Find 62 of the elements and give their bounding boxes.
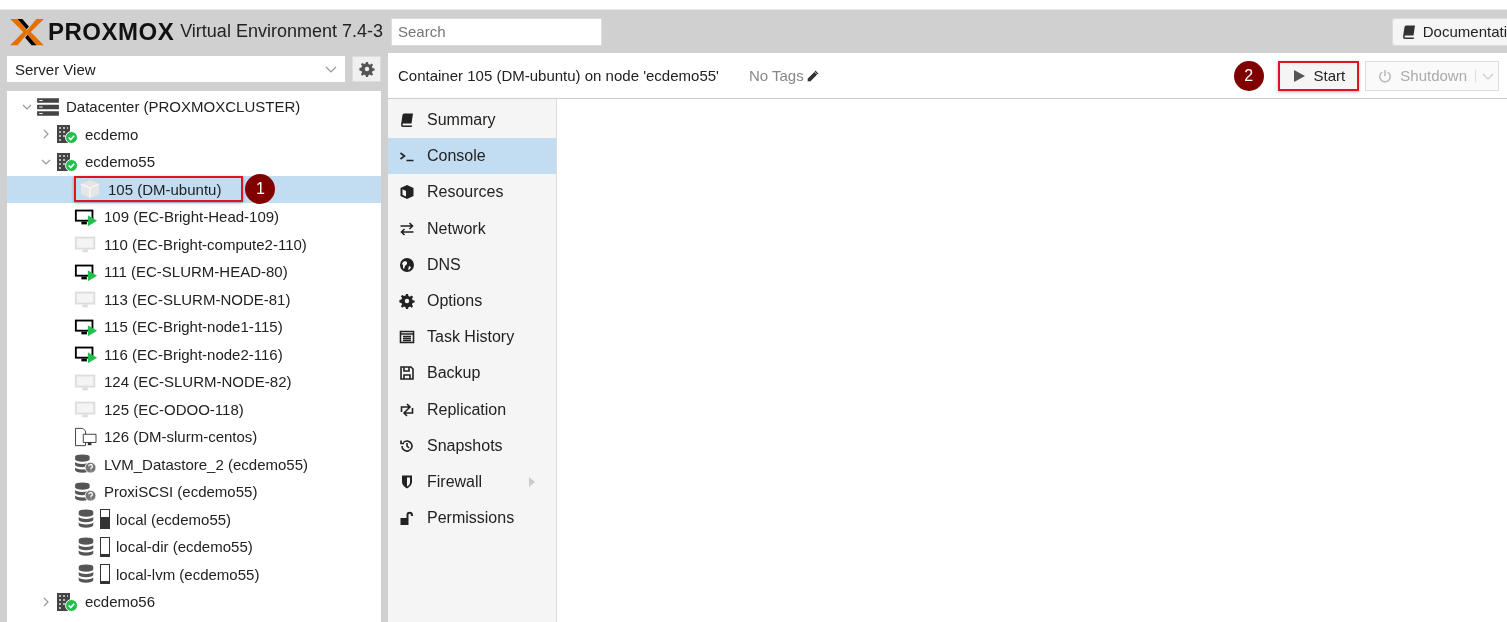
tree-item[interactable]: 110 (EC-Bright-compute2-110) [74, 234, 311, 255]
nav-item[interactable]: Options [388, 282, 556, 320]
list-icon [399, 329, 415, 346]
panel-title: Container 105 (DM-ubuntu) on node 'ecdemo55' [398, 67, 719, 84]
book-icon [1400, 23, 1417, 40]
tree-item[interactable]: 124 (EC-SLURM-NODE-82) [74, 371, 296, 392]
tree-item[interactable]: ecdemo [55, 124, 143, 145]
tree-item[interactable]: ecdemo55 [55, 151, 160, 172]
cube-icon [399, 184, 415, 201]
start-button[interactable]: Start [1277, 60, 1360, 91]
nav-item[interactable]: Resources [388, 174, 556, 211]
repeat-icon [399, 401, 415, 418]
tree-item[interactable]: LVM_Datastore_2 (ecdemo55) [74, 454, 312, 475]
arrows-icon [399, 220, 415, 237]
tree-item[interactable]: 125 (EC-ODOO-118) [74, 399, 248, 420]
tree-item[interactable]: 115 (EC-Bright-node1-115) [74, 316, 287, 337]
tree-item[interactable]: 105 (DM-ubuntu) [74, 176, 244, 203]
gear-icon [399, 293, 415, 310]
step-badge: 2 [1233, 60, 1264, 91]
product-version: Virtual Environment 7.4-3 [180, 21, 383, 42]
file-monitor-icon [74, 426, 98, 447]
tree-item[interactable]: local-dir (ecdemo55) [74, 536, 257, 557]
database-question-icon [74, 481, 98, 502]
tree-item[interactable]: ecdemo56 [55, 591, 160, 612]
tree-item[interactable]: Datacenter (PROXMOXCLUSTER) [36, 96, 305, 117]
tree-item[interactable]: 109 (EC-Bright-Head-109) [74, 206, 284, 227]
tree-item[interactable]: 116 (EC-Bright-node2-116) [74, 344, 287, 365]
power-icon [1378, 68, 1393, 83]
nav-item[interactable]: Network [388, 210, 556, 247]
shield-icon [399, 473, 415, 490]
tree-item[interactable]: local (ecdemo55) [74, 509, 236, 530]
settings-icon [358, 61, 375, 77]
documentation-button[interactable]: Documentati [1391, 17, 1507, 46]
step-badge: 1 [245, 174, 276, 205]
nav-item[interactable]: Replication [388, 391, 556, 428]
nav-item[interactable]: Backup [388, 355, 556, 392]
nav-item[interactable]: Summary [388, 102, 556, 139]
tree-item[interactable]: ProxiSCSI (ecdemo55) [74, 481, 262, 502]
logo-icon [8, 16, 46, 47]
play-icon [1291, 68, 1306, 83]
server-rack-icon [36, 96, 60, 117]
nav-item[interactable]: Snapshots [388, 427, 556, 464]
tree-item[interactable]: 113 (EC-SLURM-NODE-81) [74, 289, 295, 310]
nav-item[interactable]: Permissions [388, 500, 556, 537]
nav-item[interactable]: Task History [388, 319, 556, 356]
logo-text: PROXMOX [48, 17, 175, 46]
nav-item[interactable]: Console [388, 138, 556, 175]
globe-icon [399, 256, 415, 273]
unlocked-lock-icon [399, 510, 415, 527]
nav-item[interactable]: DNS [388, 246, 556, 283]
tree-item[interactable]: 111 (EC-SLURM-HEAD-80) [74, 261, 292, 282]
search-field[interactable]: Search [390, 17, 602, 46]
nav-item[interactable]: Firewall [388, 463, 556, 501]
tree-item[interactable]: local-lvm (ecdemo55) [74, 564, 264, 585]
history-icon [399, 437, 415, 454]
tags-label[interactable]: No Tags [748, 67, 804, 84]
database-question-icon [74, 454, 98, 475]
view-select[interactable]: Server View [7, 56, 345, 82]
settings-button[interactable] [352, 56, 381, 82]
tree-item[interactable]: 126 (DM-slurm-centos) [74, 426, 262, 447]
pencil-icon[interactable] [805, 68, 820, 83]
book-icon [399, 112, 415, 129]
